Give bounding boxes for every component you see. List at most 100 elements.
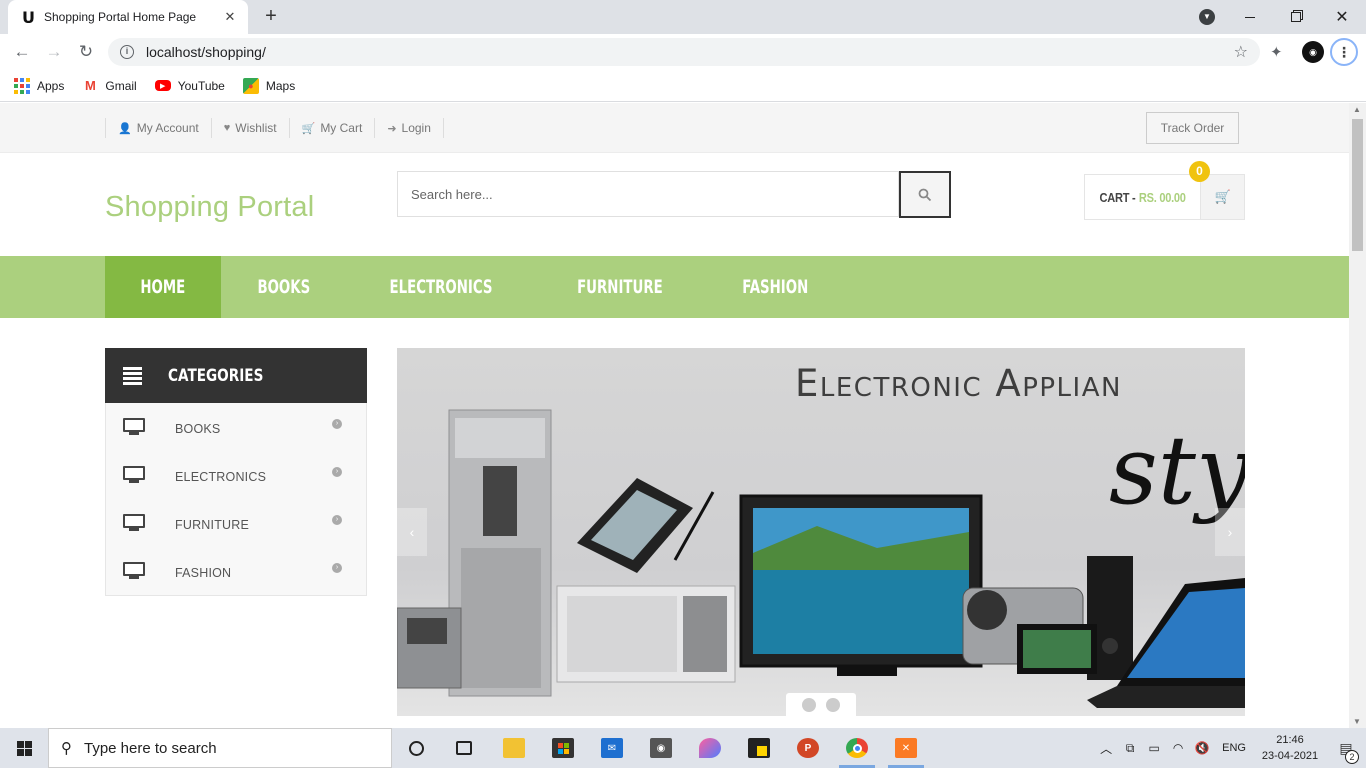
tab-close-icon[interactable]: ✕	[222, 9, 238, 25]
minimize-button[interactable]	[1238, 0, 1262, 34]
category-item-fashion[interactable]: FASHION ›	[106, 547, 366, 595]
action-center-button[interactable]: ▤ 2	[1326, 740, 1366, 764]
wifi-icon[interactable]: ◠	[1166, 741, 1190, 755]
cart-label: CART - RS. 00.00	[1094, 175, 1192, 219]
tab-title: Shopping Portal Home Page	[44, 10, 197, 24]
powerpoint-icon[interactable]: P	[788, 732, 828, 764]
input-language[interactable]: ENG	[1222, 742, 1246, 754]
desktop-icon	[123, 562, 145, 580]
nav-electronics[interactable]: ELECTRONICS	[346, 256, 536, 318]
basket-icon[interactable]: 🛒	[1200, 175, 1244, 219]
my-cart-link[interactable]: 🛒 My Cart	[288, 118, 375, 138]
slider-dot-2[interactable]	[826, 698, 840, 712]
reload-icon[interactable]: ↻	[74, 40, 98, 64]
categories-list: BOOKS › ELECTRONICS › FURNITURE › FASHIO…	[105, 403, 367, 596]
my-account-link[interactable]: 👤 My Account	[105, 118, 211, 138]
bookmark-youtube[interactable]: ▶ YouTube	[154, 78, 225, 93]
slider-pagination	[786, 693, 856, 716]
bookmark-maps[interactable]: ● Maps	[242, 77, 295, 94]
category-item-books[interactable]: BOOKS ›	[106, 403, 366, 451]
category-label: ELECTRONICS	[175, 470, 267, 484]
browser-toolbar: ← → ↻ i localhost/shopping/ ☆ ✦ ◉ ⋮	[0, 34, 1366, 70]
mail-icon[interactable]: ✉	[592, 732, 632, 764]
search-input[interactable]	[397, 171, 899, 217]
meet-now-icon[interactable]: ⧉	[1118, 741, 1142, 756]
slider-dot-1[interactable]	[802, 698, 816, 712]
notification-count-badge: 2	[1345, 749, 1359, 764]
nav-label: HOME	[140, 276, 186, 298]
cortana-icon[interactable]	[396, 732, 436, 764]
close-window-button[interactable]: ✕	[1330, 0, 1354, 34]
hero-slider[interactable]: Electronic Applian sty ‹ ›	[397, 348, 1245, 716]
restore-icon	[1291, 12, 1301, 22]
page-scrollbar[interactable]: ▲ ▼	[1349, 103, 1366, 728]
categories-sidebar: CATEGORIES BOOKS › ELECTRONICS › FURNITU…	[105, 348, 367, 596]
category-item-furniture[interactable]: FURNITURE ›	[106, 499, 366, 547]
site-logo[interactable]: Shopping Portal	[105, 191, 314, 224]
chevron-right-circle-icon: ›	[332, 515, 342, 525]
chrome-icon[interactable]	[837, 732, 877, 768]
task-view-icon[interactable]	[444, 732, 484, 764]
wishlist-link[interactable]: ♥ Wishlist	[210, 118, 289, 138]
sticky-notes-icon[interactable]	[739, 732, 779, 764]
taskbar-search-box[interactable]: ⚲ Type here to search	[48, 728, 392, 768]
slider-next-arrow-icon[interactable]: ›	[1215, 508, 1245, 556]
camera-icon[interactable]: ◉	[641, 732, 681, 764]
header: Shopping Portal CART - RS. 00.00 🛒 0	[0, 153, 1349, 256]
bookmark-apps[interactable]: Apps	[14, 77, 64, 94]
volume-muted-icon[interactable]: 🔇	[1190, 741, 1214, 755]
tab-search-button[interactable]: ▼	[1196, 0, 1218, 34]
nav-label: ELECTRONICS	[389, 276, 493, 298]
desktop-icon	[123, 466, 145, 484]
category-label: FURNITURE	[175, 518, 250, 532]
login-link[interactable]: ➜ Login	[374, 118, 444, 138]
categories-header: CATEGORIES	[105, 348, 367, 403]
clock-date: 23-04-2021	[1261, 750, 1319, 762]
back-arrow-icon[interactable]: ←	[10, 40, 34, 64]
youtube-icon: ▶	[154, 80, 171, 91]
restore-button[interactable]	[1284, 0, 1308, 34]
xampp-icon[interactable]: ✕	[886, 732, 926, 768]
paint-3d-icon[interactable]	[690, 732, 730, 764]
forward-arrow-icon[interactable]: →	[42, 40, 66, 64]
nav-books[interactable]: BOOKS	[221, 256, 347, 318]
bookmarks-bar: Apps M Gmail ▶ YouTube ● Maps	[0, 70, 1366, 102]
show-hidden-icons-chevron-up-icon[interactable]: ︿	[1094, 740, 1118, 757]
search-button[interactable]	[899, 171, 951, 218]
track-order-button[interactable]: Track Order	[1146, 112, 1239, 144]
cart-count-badge: 0	[1189, 161, 1210, 182]
extensions-puzzle-icon[interactable]: ✦	[1270, 43, 1283, 61]
nav-home[interactable]: HOME	[105, 256, 221, 318]
bookmark-gmail[interactable]: M Gmail	[82, 78, 137, 94]
bookmark-star-icon[interactable]: ☆	[1234, 42, 1248, 62]
chevron-right-circle-icon: ›	[332, 467, 342, 477]
microsoft-store-icon[interactable]	[543, 732, 583, 764]
link-label: My Cart	[320, 121, 363, 135]
profile-avatar[interactable]: ◉	[1302, 41, 1324, 63]
start-button[interactable]	[0, 728, 48, 768]
scroll-down-arrow-icon[interactable]: ▼	[1353, 717, 1361, 726]
browser-menu-kebab-icon[interactable]: ⋮	[1330, 38, 1358, 66]
category-label: BOOKS	[175, 422, 221, 436]
slide-title: Electronic Applian	[795, 362, 1122, 405]
address-bar[interactable]: i localhost/shopping/ ☆	[108, 38, 1260, 66]
slider-prev-arrow-icon[interactable]: ‹	[397, 508, 427, 556]
battery-icon[interactable]: ▭	[1142, 741, 1166, 755]
new-tab-button[interactable]: +	[260, 4, 282, 28]
search-icon: ⚲	[61, 740, 72, 757]
url-text[interactable]: localhost/shopping/	[146, 44, 1234, 60]
info-icon[interactable]: i	[120, 45, 134, 59]
scroll-up-arrow-icon[interactable]: ▲	[1353, 105, 1361, 114]
bookmark-label: YouTube	[177, 78, 225, 93]
file-explorer-icon[interactable]	[494, 732, 534, 764]
category-item-electronics[interactable]: ELECTRONICS ›	[106, 451, 366, 499]
cart-summary[interactable]: CART - RS. 00.00 🛒	[1084, 174, 1245, 220]
clock[interactable]: 21:46 23-04-2021	[1254, 732, 1326, 764]
list-menu-icon	[123, 365, 142, 387]
nav-fashion[interactable]: FASHION	[704, 256, 847, 318]
maps-pin-icon: ●	[242, 77, 259, 94]
nav-label: FASHION	[742, 276, 809, 298]
browser-tab[interactable]: U Shopping Portal Home Page ✕	[8, 0, 248, 34]
nav-furniture[interactable]: FURNITURE	[536, 256, 704, 318]
scroll-thumb[interactable]	[1352, 119, 1363, 251]
